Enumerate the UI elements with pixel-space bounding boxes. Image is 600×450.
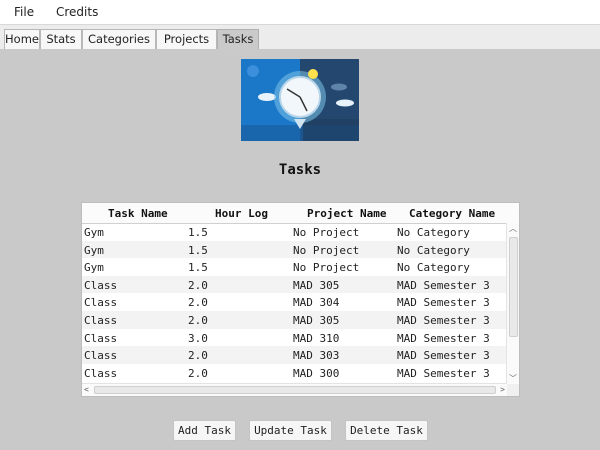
table-cell: 2.0 <box>188 296 208 310</box>
table-cell: No Project <box>293 261 360 275</box>
table-cell: MAD Semester 3 <box>397 313 490 327</box>
scroll-corner <box>507 384 519 396</box>
table-row[interactable]: Gym 1.5 No Project No Category <box>82 223 507 241</box>
table-cell: Class <box>84 366 118 380</box>
table-header: Task Name Hour Log Project Name Category… <box>82 203 519 224</box>
col-hour-log[interactable]: Hour Log <box>215 207 268 220</box>
table-cell: Class <box>84 296 118 310</box>
table-cell: Gym <box>84 226 104 239</box>
table-cell: Gym <box>84 261 104 275</box>
table-body: Gym 1.5 No Project No Category Gym 1.5 No Proj… <box>82 223 507 385</box>
table-cell: 3.0 <box>188 331 208 345</box>
table-cell: MAD Semester 3 <box>397 366 490 380</box>
scroll-down-icon[interactable]: ﹀ <box>509 375 517 383</box>
table-row[interactable]: Class 2.0 MAD 303 MAD Semester 3 <box>82 346 507 364</box>
table-cell: No Category <box>397 226 470 239</box>
horizontal-scroll-thumb[interactable] <box>94 386 496 394</box>
table-cell: MAD Semester 3 <box>397 278 490 292</box>
table-row[interactable]: Gym 1.5 No Project No Category <box>82 258 507 276</box>
table-row[interactable]: Gym 1.5 No Project No Category <box>82 240 507 259</box>
menu-credits[interactable]: Credits <box>56 5 98 19</box>
table-row[interactable]: Class 3.0 MAD 310 MAD Semester 3 <box>82 329 507 347</box>
tasks-table: Task Name Hour Log Project Name Category… <box>81 202 520 397</box>
table-cell: 1.5 <box>188 261 208 275</box>
table-cell: MAD Semester 3 <box>397 296 490 310</box>
table-cell: Class <box>84 278 118 292</box>
table-cell: 2.0 <box>188 313 208 327</box>
table-cell: MAD Semester 3 <box>397 331 490 345</box>
table-cell: No Project <box>293 243 360 257</box>
table-cell: No Category <box>397 261 470 275</box>
table-cell: MAD Semester 3 <box>397 349 490 363</box>
table-cell: MAD 305 <box>293 313 340 327</box>
table-row[interactable]: Class 2.0 MAD 300 MAD Semester 3 <box>82 364 507 382</box>
tab-bar: Home Stats Categories Projects Tasks <box>0 25 600 49</box>
tab-home[interactable]: Home <box>4 29 40 49</box>
table-cell: 2.0 <box>188 278 208 292</box>
update-task-button[interactable]: Update Task <box>249 420 332 441</box>
table-cell: MAD 310 <box>293 331 340 345</box>
vertical-scrollbar[interactable]: ︿ ﹀ <box>506 223 519 385</box>
table-row[interactable]: Class 2.0 MAD 305 MAD Semester 3 <box>82 275 507 294</box>
add-task-button[interactable]: Add Task <box>173 420 236 441</box>
clock-logo-icon <box>241 59 359 141</box>
tab-stats[interactable]: Stats <box>40 29 82 49</box>
table-cell: No Project <box>293 226 360 239</box>
table-cell: 2.0 <box>188 366 208 380</box>
table-cell: MAD 305 <box>293 278 340 292</box>
scroll-up-icon[interactable]: ︿ <box>509 225 517 233</box>
table-cell: Class <box>84 313 118 327</box>
col-task-name[interactable]: Task Name <box>108 207 168 220</box>
menu-file[interactable]: File <box>14 5 34 19</box>
vertical-scroll-thumb[interactable] <box>509 237 518 337</box>
table-cell: Class <box>84 331 118 345</box>
scroll-left-icon[interactable]: < <box>84 386 89 394</box>
table-cell: 2.0 <box>188 349 208 363</box>
tab-tasks[interactable]: Tasks <box>217 29 259 49</box>
scroll-right-icon[interactable]: > <box>500 386 505 394</box>
table-row[interactable]: Class 2.0 MAD 304 MAD Semester 3 <box>82 293 507 311</box>
table-cell: No Category <box>397 243 470 257</box>
col-project-name[interactable]: Project Name <box>307 207 386 220</box>
tab-categories[interactable]: Categories <box>82 29 156 49</box>
page-title: Tasks <box>278 162 322 178</box>
table-cell: MAD 303 <box>293 349 340 363</box>
table-cell: MAD 300 <box>293 366 340 380</box>
table-row[interactable]: Class 2.0 MAD 305 MAD Semester 3 <box>82 310 507 329</box>
horizontal-scrollbar[interactable]: < > <box>82 383 507 396</box>
col-category-name[interactable]: Category Name <box>409 207 495 220</box>
table-cell: 1.5 <box>188 226 208 239</box>
table-cell: Gym <box>84 243 104 257</box>
delete-task-button[interactable]: Delete Task <box>345 420 428 441</box>
table-cell: Class <box>84 349 118 363</box>
table-cell: 1.5 <box>188 243 208 257</box>
menu-bar: File Credits <box>0 0 600 25</box>
table-cell: MAD 304 <box>293 296 340 310</box>
tab-projects[interactable]: Projects <box>156 29 217 49</box>
